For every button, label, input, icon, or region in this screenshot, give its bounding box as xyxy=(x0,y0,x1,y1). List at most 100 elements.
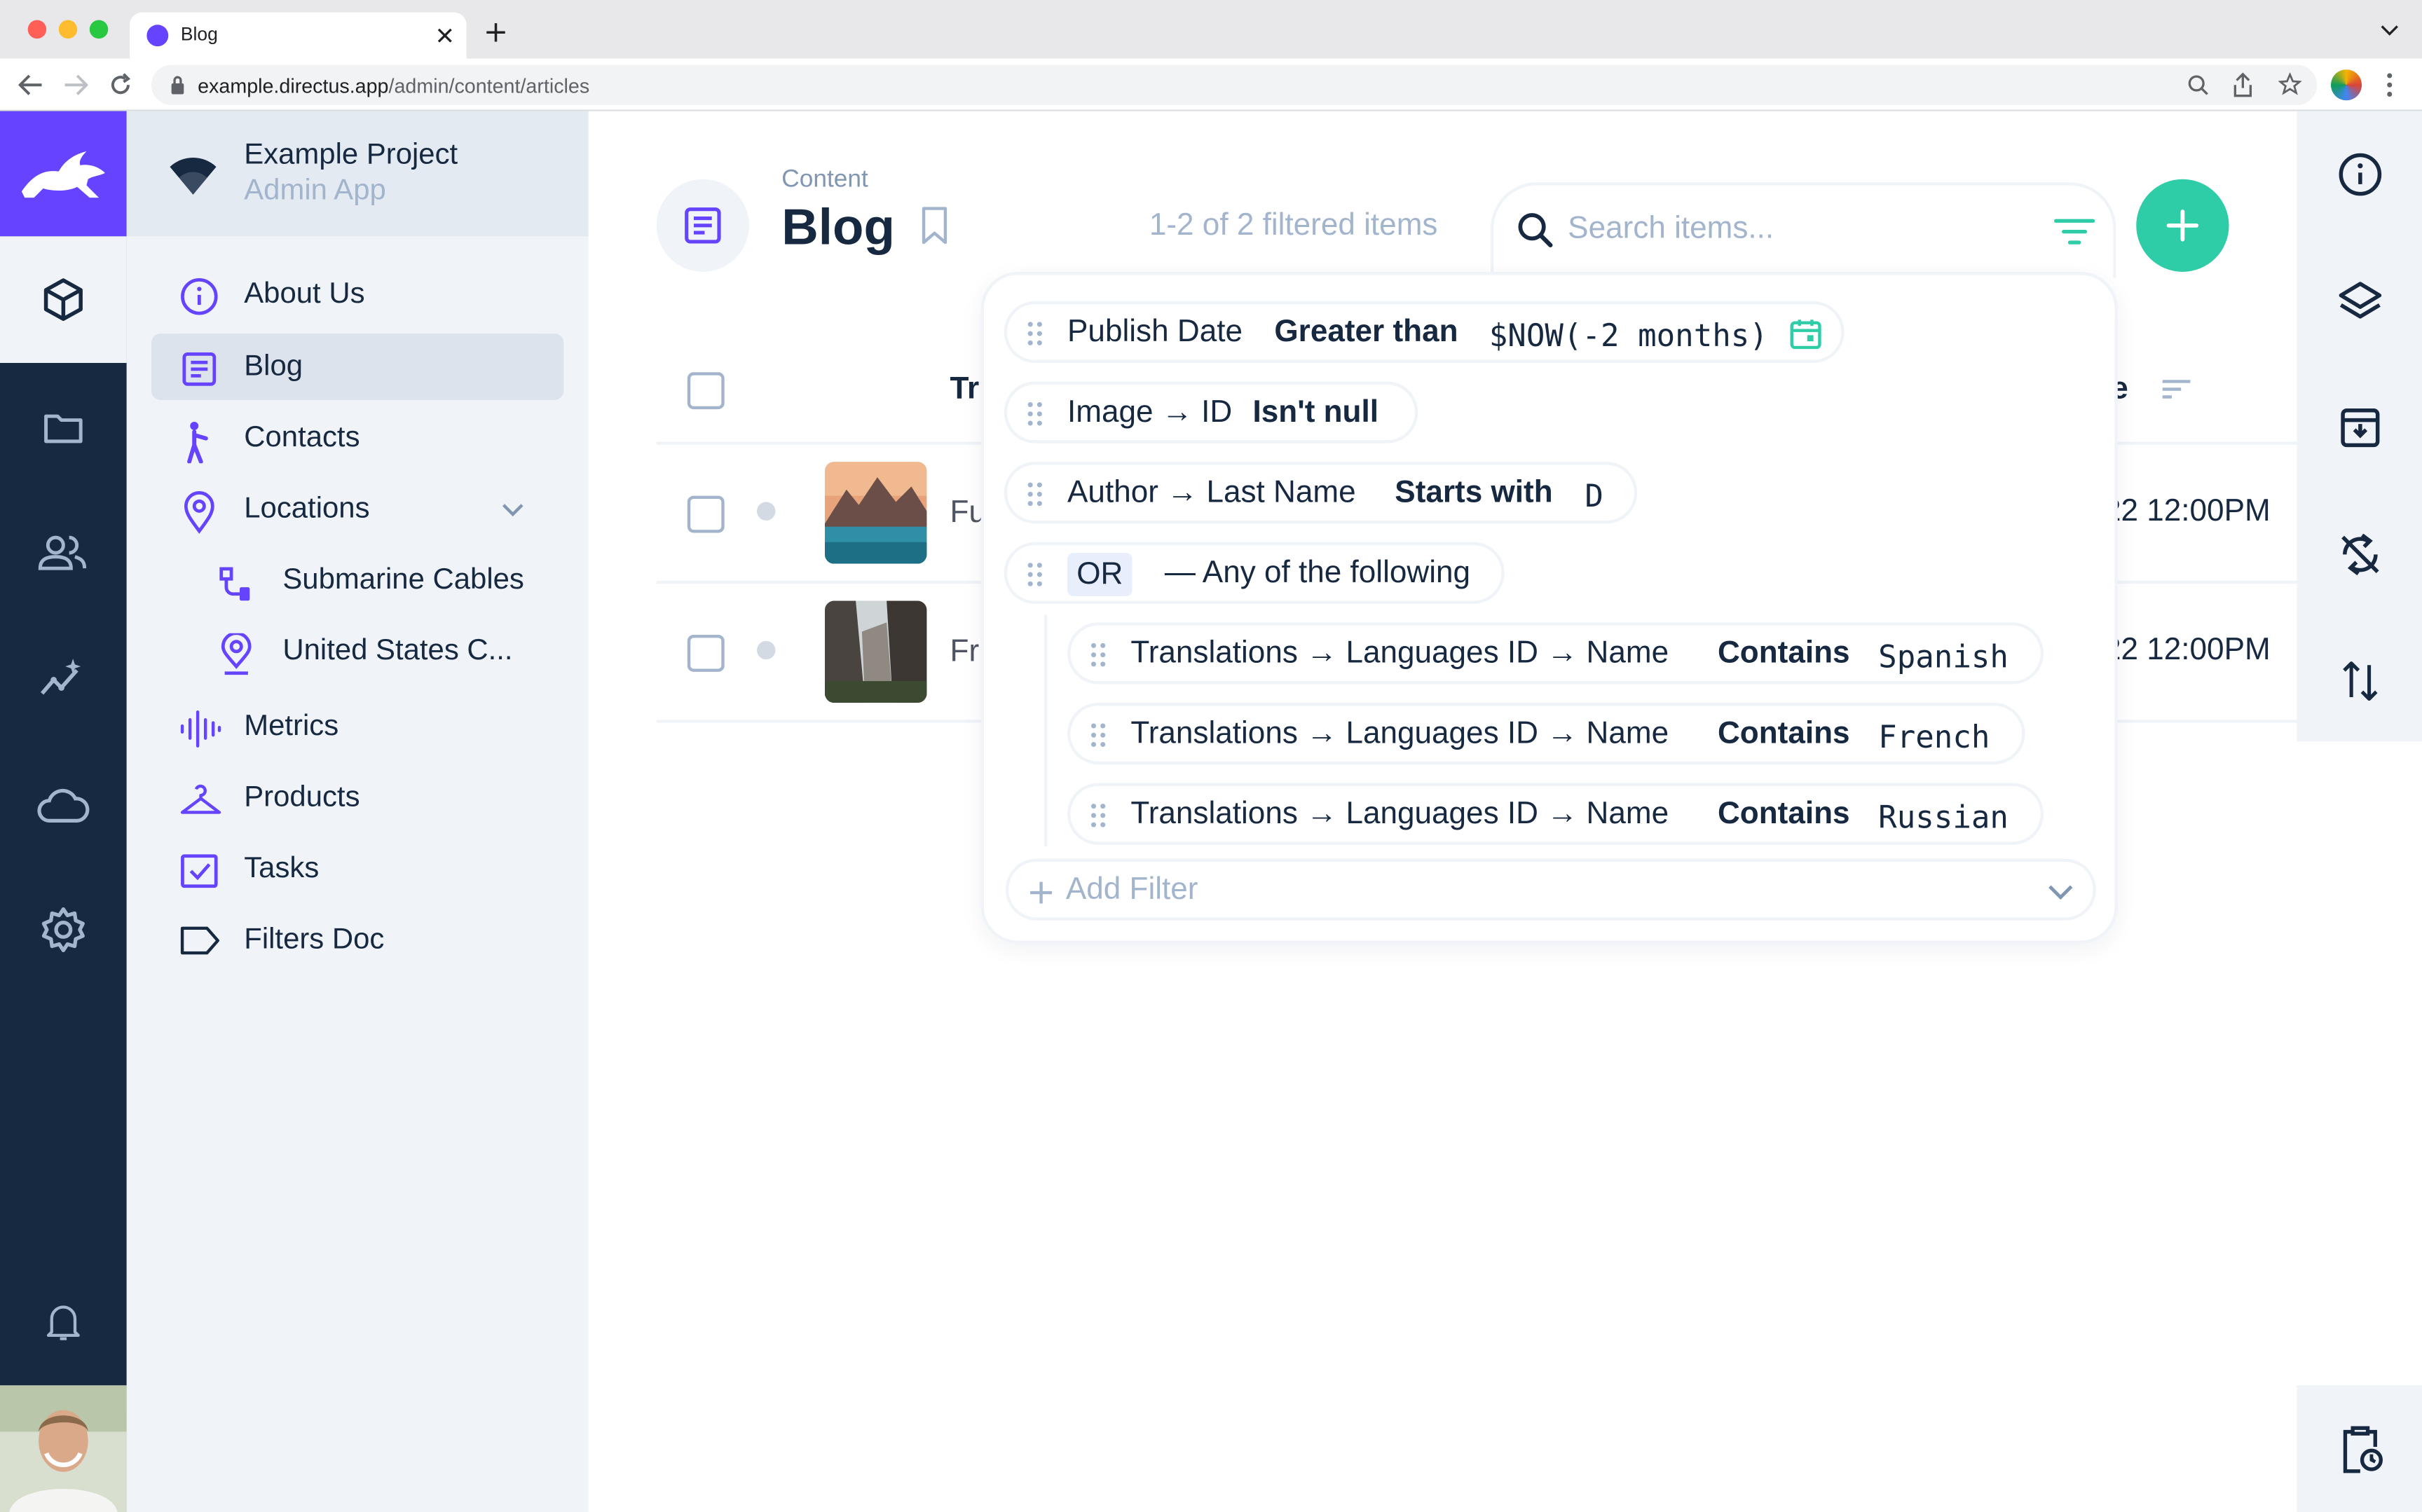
sort-icon[interactable] xyxy=(2161,378,2192,400)
new-tab-icon[interactable] xyxy=(485,22,507,43)
filter-operator[interactable]: Contains xyxy=(1718,717,1850,752)
minimize-window-button[interactable] xyxy=(58,20,78,39)
filter-operator[interactable]: Greater than xyxy=(1274,315,1458,351)
bookmark-icon[interactable] xyxy=(919,205,950,245)
maximize-window-button[interactable] xyxy=(89,20,109,39)
filter-group[interactable]: OR — Any of the following xyxy=(1004,542,1505,604)
browser-tab-bar: Blog xyxy=(0,0,2422,59)
close-tab-icon[interactable] xyxy=(436,26,454,44)
notifications-bell-icon[interactable] xyxy=(43,1300,83,1344)
filter-rule[interactable]: Author → Last Name Starts with D xyxy=(1004,462,1638,524)
filter-rule[interactable]: Translations → Languages ID → Name Conta… xyxy=(1067,702,2025,765)
filter-field[interactable]: Translations → Languages ID → Name xyxy=(1130,636,1669,672)
filter-value[interactable]: French xyxy=(1878,718,1990,755)
insights-icon[interactable] xyxy=(37,655,90,701)
import-export-icon[interactable] xyxy=(2340,658,2380,704)
directus-logo[interactable] xyxy=(0,111,127,237)
gear-icon[interactable] xyxy=(39,905,88,955)
sidebar xyxy=(2297,111,2422,1512)
bookmark-star-icon[interactable] xyxy=(2278,72,2302,96)
nav-label: About Us xyxy=(244,277,365,311)
filter-field[interactable]: Publish Date xyxy=(1067,315,1243,351)
module-bar xyxy=(0,111,127,1512)
filter-operator[interactable]: Starts with xyxy=(1395,476,1552,511)
select-all-checkbox[interactable] xyxy=(687,372,725,410)
column-header-title[interactable]: Tr xyxy=(950,372,980,408)
users-icon[interactable] xyxy=(37,530,90,576)
filter-value[interactable]: Spanish xyxy=(1878,638,2009,675)
filter-field[interactable]: Author → Last Name xyxy=(1067,476,1356,511)
breadcrumb[interactable]: Content xyxy=(781,167,868,195)
close-window-button[interactable] xyxy=(27,20,47,39)
filter-rule[interactable]: Publish Date Greater than $NOW(-2 months… xyxy=(1004,301,1845,364)
cloud-icon[interactable] xyxy=(34,785,93,825)
location-pin-icon xyxy=(221,633,252,675)
zoom-icon[interactable] xyxy=(2187,74,2209,96)
sync-disabled-icon[interactable] xyxy=(2337,531,2383,577)
logic-toggle[interactable]: OR xyxy=(1067,553,1133,596)
create-item-button[interactable] xyxy=(2136,179,2229,272)
drag-handle-icon[interactable] xyxy=(1090,803,1106,827)
profile-avatar[interactable] xyxy=(2330,69,2362,101)
collection-icon-button[interactable] xyxy=(656,179,749,272)
filter-rule[interactable]: Translations → Languages ID → Name Conta… xyxy=(1067,622,2044,685)
nav-item-about-us[interactable]: About Us xyxy=(151,261,563,328)
search-icon xyxy=(1518,213,1553,248)
filter-rule[interactable]: Translations → Languages ID → Name Conta… xyxy=(1067,783,2044,845)
filter-field[interactable]: Translations → Languages ID → Name xyxy=(1130,797,1669,832)
nav-item-metrics[interactable]: Metrics xyxy=(151,694,563,760)
reload-icon[interactable] xyxy=(108,73,132,97)
filter-value[interactable]: $NOW(-2 months) xyxy=(1489,317,1768,354)
filter-operator[interactable]: Contains xyxy=(1718,797,1850,832)
rabbit-logo-icon xyxy=(21,151,105,198)
drag-handle-icon[interactable] xyxy=(1027,562,1043,586)
nav-item-blog[interactable]: Blog xyxy=(151,334,564,400)
cell-date: 22 12:00PM xyxy=(2103,494,2271,528)
chevron-down-icon[interactable] xyxy=(500,502,525,517)
row-checkbox[interactable] xyxy=(687,634,725,672)
search-input[interactable]: Search items... xyxy=(1568,212,1774,247)
nav-item-contacts[interactable]: Contacts xyxy=(151,405,563,472)
user-avatar[interactable] xyxy=(0,1385,127,1512)
filter-operator[interactable]: Isn't null xyxy=(1253,395,1378,431)
nav-item-tasks[interactable]: Tasks xyxy=(151,836,563,902)
address-bar[interactable]: example.directus.app/admin/content/artic… xyxy=(151,64,2318,105)
filter-rule[interactable]: Image → ID Isn't null xyxy=(1004,381,1418,444)
calendar-icon[interactable] xyxy=(1788,317,1822,350)
drag-handle-icon[interactable] xyxy=(1027,401,1043,426)
filter-field[interactable]: Image → ID xyxy=(1067,395,1232,431)
back-icon[interactable] xyxy=(18,74,43,96)
row-checkbox[interactable] xyxy=(687,495,725,533)
search-box[interactable]: Search items... xyxy=(1490,182,2116,278)
folder-icon[interactable] xyxy=(40,405,86,451)
filter-operator[interactable]: Contains xyxy=(1718,636,1850,672)
activity-clipboard-icon[interactable] xyxy=(2337,1422,2383,1475)
share-icon[interactable] xyxy=(2233,72,2252,97)
archive-icon[interactable] xyxy=(2337,405,2383,451)
nav-item-united-states[interactable]: United States C... xyxy=(151,618,563,685)
filter-value[interactable]: Russian xyxy=(1878,799,2009,836)
nav-item-locations[interactable]: Locations xyxy=(151,476,563,542)
nav-item-submarine-cables[interactable]: Submarine Cables xyxy=(151,547,563,613)
add-filter-select[interactable]: Add Filter xyxy=(1005,858,2096,921)
tab-search-chevron-icon[interactable] xyxy=(2381,25,2399,37)
layers-icon[interactable] xyxy=(2337,278,2383,324)
drag-handle-icon[interactable] xyxy=(1090,642,1106,667)
filter-value[interactable]: D xyxy=(1585,477,1603,514)
drag-handle-icon[interactable] xyxy=(1090,723,1106,748)
browser-menu-icon[interactable] xyxy=(2386,73,2393,97)
module-content[interactable] xyxy=(0,236,127,364)
filter-icon[interactable] xyxy=(2053,217,2096,247)
drag-handle-icon[interactable] xyxy=(1027,482,1043,507)
project-subtitle: Admin App xyxy=(244,174,386,207)
drag-handle-icon[interactable] xyxy=(1027,321,1043,345)
nav-item-products[interactable]: Products xyxy=(151,764,563,831)
waveform-icon xyxy=(180,710,221,748)
browser-tab[interactable]: Blog xyxy=(130,12,467,59)
filter-field[interactable]: Translations → Languages ID → Name xyxy=(1130,717,1669,752)
nav-item-filters-doc[interactable]: Filters Doc xyxy=(151,907,563,973)
forward-icon[interactable] xyxy=(63,74,88,96)
info-icon[interactable] xyxy=(2337,151,2383,198)
group-description: — Any of the following xyxy=(1164,556,1471,591)
project-header[interactable]: Example Project Admin App xyxy=(126,111,589,237)
